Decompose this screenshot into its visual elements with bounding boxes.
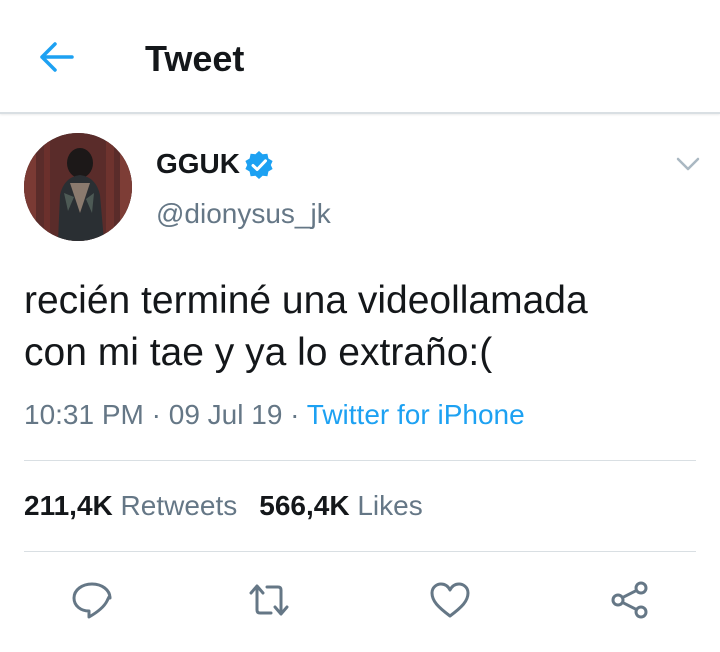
tweet-time: 10:31 PM (24, 399, 144, 430)
likes-count: 566,4K (259, 490, 350, 521)
divider (24, 460, 696, 461)
share-icon (611, 581, 648, 619)
tweet-text-line: recién terminé una videollamada (24, 279, 588, 322)
tweet-options-button[interactable] (674, 152, 702, 176)
likes-stat[interactable]: 566,4K Likes (259, 490, 422, 521)
divider (24, 551, 696, 552)
avatar-photo (24, 133, 132, 241)
reply-icon (72, 582, 112, 619)
meta-separator: · (282, 399, 307, 430)
display-name[interactable]: GGUK (156, 148, 240, 180)
retweets-label: Retweets (120, 490, 238, 521)
tweet-text-line: con mi tae y ya lo extraño:( (24, 331, 493, 374)
avatar[interactable] (24, 133, 132, 241)
like-icon (430, 582, 470, 618)
share-button[interactable] (608, 580, 652, 620)
reply-button[interactable] (70, 580, 114, 620)
user-handle[interactable]: @dionysus_jk (156, 198, 331, 230)
tweet-date: 09 Jul 19 (168, 399, 283, 430)
back-button[interactable] (34, 38, 78, 76)
back-arrow-icon (40, 42, 74, 72)
retweets-count: 211,4K (24, 490, 113, 521)
retweet-button[interactable] (247, 580, 291, 620)
tweet-text: recién terminé una videollamada con mi t… (24, 275, 704, 379)
meta-separator: · (143, 399, 169, 430)
tweet-source-link[interactable]: Twitter for iPhone (307, 399, 525, 430)
verified-badge-icon (244, 150, 274, 180)
page-title: Tweet (145, 38, 245, 79)
retweets-stat[interactable]: 211,4K Retweets (24, 490, 237, 521)
engagement-stats: 211,4K Retweets 566,4K Likes (24, 490, 423, 522)
retweet-icon (249, 584, 289, 616)
like-button[interactable] (428, 580, 472, 620)
chevron-down-icon (676, 157, 700, 171)
tweet-metadata: 10:31 PM · 09 Jul 19 · Twitter for iPhon… (24, 399, 525, 431)
app-header: Tweet (0, 0, 720, 114)
likes-label: Likes (357, 490, 423, 521)
